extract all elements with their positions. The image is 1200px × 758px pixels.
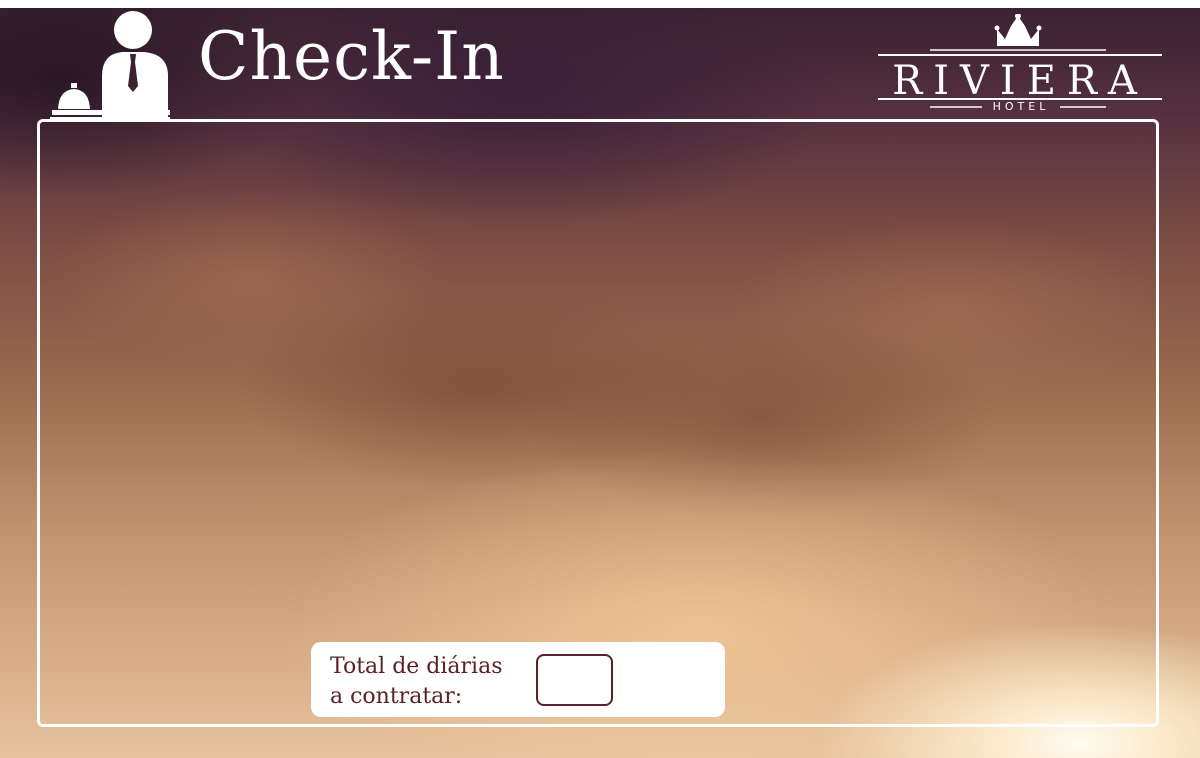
content-frame [37,119,1159,727]
days-panel: Total de diárias a contratar: [311,642,725,717]
days-label-line2: a contratar: [330,684,463,709]
page-title: Check-In [198,18,505,95]
brand-subtitle: HOTEL [993,100,1050,112]
brand-name: RIVIERA [892,58,1148,104]
days-label: Total de diárias a contratar: [330,652,520,712]
riviera-hotel-logo: RIVIERA HOTEL [878,14,1162,112]
crown-icon [994,14,1042,46]
days-label-line1: Total de diárias [330,654,503,679]
days-input[interactable] [536,654,613,706]
receptionist-with-bell-icon [50,11,170,121]
